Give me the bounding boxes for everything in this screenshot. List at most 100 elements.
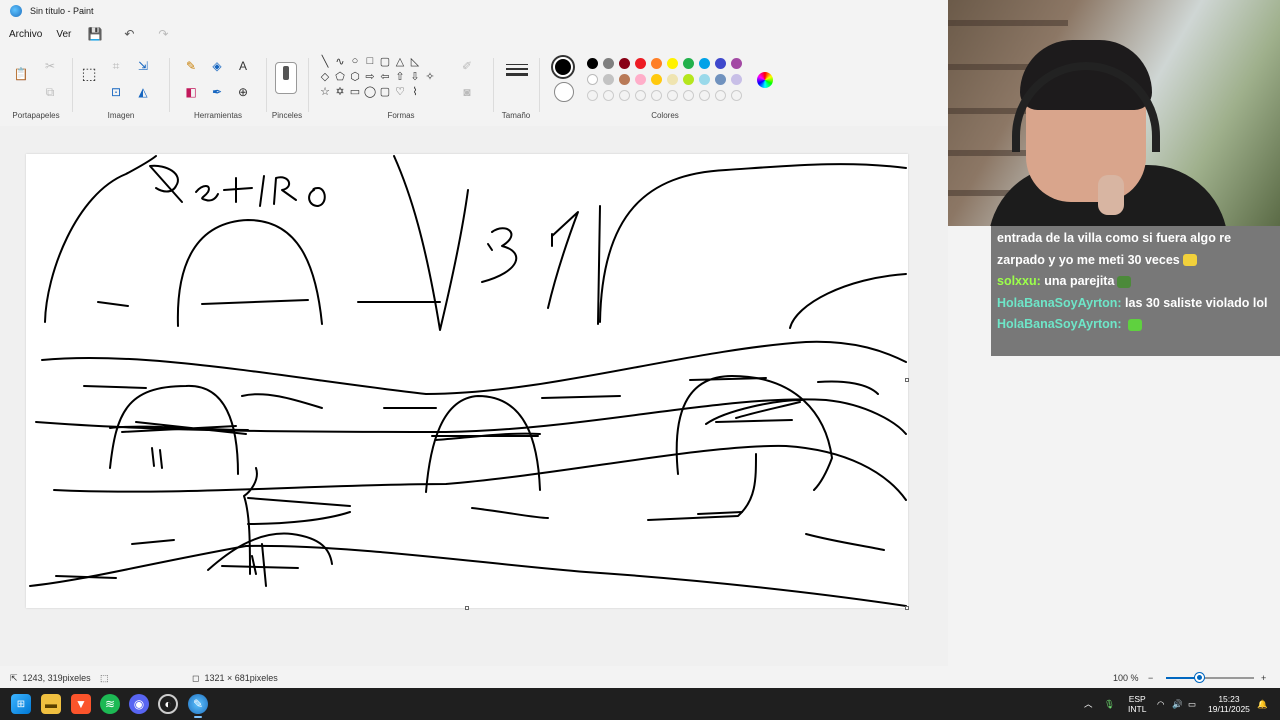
palette-color[interactable] xyxy=(587,74,598,85)
line-size-icon[interactable] xyxy=(506,64,528,82)
shape-option[interactable]: ⇨ xyxy=(363,69,377,83)
shape-option[interactable]: ◺ xyxy=(408,54,422,68)
brush-icon[interactable] xyxy=(275,62,297,94)
palette-color[interactable] xyxy=(651,74,662,85)
custom-color-slot[interactable] xyxy=(587,90,598,101)
resize-handle-bottom[interactable] xyxy=(465,606,469,610)
shape-option[interactable]: ⇧ xyxy=(393,69,407,83)
custom-color-slot[interactable] xyxy=(699,90,710,101)
volume-icon[interactable]: 🔊 xyxy=(1172,688,1183,720)
notifications-icon[interactable]: 🔔 xyxy=(1257,688,1268,720)
palette-color[interactable] xyxy=(715,74,726,85)
zoom-in-icon[interactable]: + xyxy=(1261,673,1266,683)
shape-option[interactable]: ⇦ xyxy=(378,69,392,83)
resize-handle-corner[interactable] xyxy=(905,606,909,610)
custom-color-slot[interactable] xyxy=(667,90,678,101)
redo-icon[interactable]: ↷ xyxy=(153,24,173,44)
shape-option[interactable]: ⌇ xyxy=(408,84,422,98)
crop-icon[interactable]: ⌗ xyxy=(106,56,126,76)
text-icon[interactable]: A xyxy=(233,56,253,76)
paint-taskbar-icon[interactable]: ✎ xyxy=(188,694,208,714)
menu-view[interactable]: Ver xyxy=(56,27,71,42)
drawing-canvas[interactable] xyxy=(26,154,909,610)
copy-icon[interactable]: ⧉ xyxy=(40,82,60,102)
magnifier-icon[interactable]: ⊕ xyxy=(233,82,253,102)
shape-option[interactable] xyxy=(423,54,437,68)
shape-option[interactable]: ▭ xyxy=(348,84,362,98)
shape-option[interactable]: ⬠ xyxy=(333,69,347,83)
shape-option[interactable]: ◇ xyxy=(318,69,332,83)
cut-icon[interactable]: ✂ xyxy=(40,56,60,76)
palette-color[interactable] xyxy=(699,58,710,69)
brave-icon[interactable]: ▼ xyxy=(71,694,91,714)
paste-icon[interactable]: 📋 xyxy=(11,64,31,84)
palette-color[interactable] xyxy=(587,58,598,69)
shape-option[interactable]: ✡ xyxy=(333,84,347,98)
resize-handle-right[interactable] xyxy=(905,378,909,382)
shape-option[interactable]: ○ xyxy=(348,54,362,68)
shape-option[interactable]: ▢ xyxy=(378,54,392,68)
custom-color-slot[interactable] xyxy=(635,90,646,101)
eraser-icon[interactable]: ◧ xyxy=(181,82,201,102)
palette-color[interactable] xyxy=(715,58,726,69)
fill-icon[interactable]: ◈ xyxy=(207,56,227,76)
palette-color[interactable] xyxy=(699,74,710,85)
custom-color-slot[interactable] xyxy=(731,90,742,101)
save-icon[interactable]: 💾 xyxy=(85,24,105,44)
palette-color[interactable] xyxy=(635,74,646,85)
shape-option[interactable]: ✧ xyxy=(423,69,437,83)
image-search-icon[interactable]: ⊡ xyxy=(106,82,126,102)
shape-option[interactable]: ☆ xyxy=(318,84,332,98)
palette-color[interactable] xyxy=(731,74,742,85)
shape-option[interactable]: ◯ xyxy=(363,84,377,98)
shape-option[interactable]: ⇩ xyxy=(408,69,422,83)
language-indicator[interactable]: ESP INTL xyxy=(1128,688,1146,720)
palette-color[interactable] xyxy=(683,58,694,69)
shape-option[interactable]: ⬡ xyxy=(348,69,362,83)
spotify-icon[interactable]: ≋ xyxy=(100,694,120,714)
primary-color[interactable] xyxy=(553,57,573,77)
menu-file[interactable]: Archivo xyxy=(9,27,42,42)
shape-option[interactable]: ╲ xyxy=(318,54,332,68)
zoom-slider-thumb[interactable] xyxy=(1195,673,1205,682)
palette-color[interactable] xyxy=(635,58,646,69)
resize-icon[interactable]: ⇲ xyxy=(133,56,153,76)
rotate-icon[interactable]: ◭ xyxy=(133,82,153,102)
custom-color-slot[interactable] xyxy=(715,90,726,101)
custom-color-slot[interactable] xyxy=(683,90,694,101)
palette-color[interactable] xyxy=(603,58,614,69)
palette-color[interactable] xyxy=(667,58,678,69)
clock[interactable]: 15:23 19/11/2025 xyxy=(1208,688,1250,720)
pencil-icon[interactable]: ✎ xyxy=(181,56,201,76)
shape-option[interactable]: □ xyxy=(363,54,377,68)
shape-option[interactable]: ▢ xyxy=(378,84,392,98)
zoom-out-icon[interactable]: − xyxy=(1148,673,1153,683)
shape-fill-icon[interactable]: ◙ xyxy=(457,82,477,102)
edit-colors-icon[interactable] xyxy=(757,72,773,88)
palette-color[interactable] xyxy=(667,74,678,85)
discord-icon[interactable]: ◉ xyxy=(129,694,149,714)
outline-icon[interactable]: ✐ xyxy=(457,56,477,76)
shape-option[interactable] xyxy=(423,84,437,98)
obs-icon[interactable]: ◐ xyxy=(158,694,178,714)
shape-option[interactable]: ♡ xyxy=(393,84,407,98)
file-explorer-icon[interactable]: ▬ xyxy=(41,694,61,714)
custom-color-slot[interactable] xyxy=(619,90,630,101)
palette-color[interactable] xyxy=(603,74,614,85)
shapes-gallery[interactable]: ╲ ∿ ○ □ ▢ △ ◺ ◇ ⬠ ⬡ ⇨ ⇦ ⇧ ⇩ ✧ ☆ ✡ ▭ ◯ ▢ ♡ ⌇ xyxy=(318,54,442,104)
shape-option[interactable]: △ xyxy=(393,54,407,68)
start-icon[interactable]: ⊞ xyxy=(11,694,31,714)
palette-color[interactable] xyxy=(619,74,630,85)
microphone-icon[interactable]: 🎙 xyxy=(1104,688,1115,720)
undo-icon[interactable]: ↶ xyxy=(119,24,139,44)
custom-color-slot[interactable] xyxy=(603,90,614,101)
tray-overflow-icon[interactable]: ︿ xyxy=(1084,688,1093,720)
select-icon[interactable]: ⬚ xyxy=(79,64,99,84)
custom-color-slot[interactable] xyxy=(651,90,662,101)
shape-option[interactable]: ∿ xyxy=(333,54,347,68)
palette-color[interactable] xyxy=(683,74,694,85)
palette-color[interactable] xyxy=(731,58,742,69)
palette-color[interactable] xyxy=(651,58,662,69)
battery-icon[interactable]: ▭ xyxy=(1188,688,1196,720)
palette-color[interactable] xyxy=(619,58,630,69)
